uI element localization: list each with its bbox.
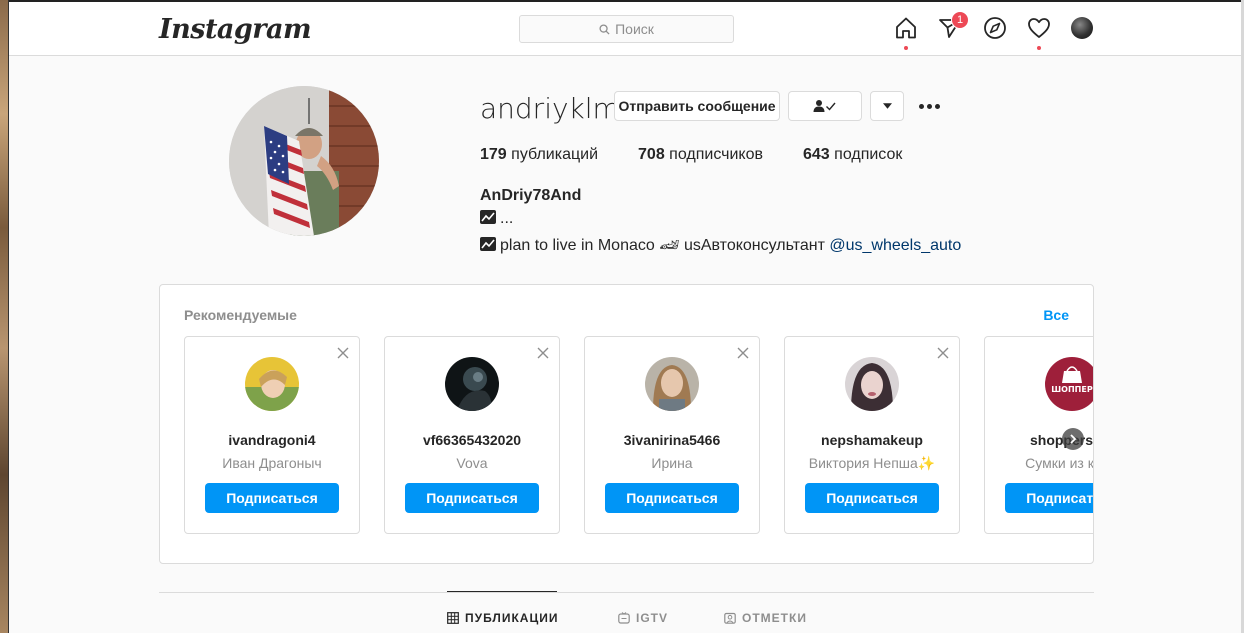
- suggestion-card: 3ivanirina5466 Ирина Подписаться: [584, 336, 760, 534]
- suggestion-card: ivandragoni4 Иван Драгоныч Подписаться: [184, 336, 360, 534]
- suggestion-avatar[interactable]: [445, 357, 499, 411]
- activity-button[interactable]: [1026, 15, 1052, 50]
- profile-full-name: AnDriy78And: [480, 187, 582, 204]
- suggestion-fullname: Vova: [456, 455, 488, 471]
- caret-down-icon: [882, 103, 892, 109]
- desktop-background-strip: [0, 0, 9, 633]
- more-options-button[interactable]: [916, 98, 942, 114]
- more-dot-icon: [918, 103, 924, 109]
- tagged-icon: [724, 612, 736, 624]
- tab-tagged[interactable]: ОТМЕТКИ: [724, 611, 807, 625]
- profile-stats: 179 публикаций 708 подписчиков 643 подпи…: [480, 146, 942, 164]
- suggestion-fullname: Сумки из кожи: [1025, 455, 1094, 471]
- see-all-link[interactable]: Все: [1043, 307, 1069, 323]
- chart-increasing-icon: [480, 210, 496, 224]
- follow-button[interactable]: Подписаться: [205, 483, 339, 513]
- tabs-divider: [159, 592, 1094, 593]
- search-input[interactable]: Поиск: [519, 15, 734, 43]
- tab-igtv[interactable]: IGTV: [618, 611, 668, 625]
- bio-mention-link[interactable]: @us_wheels_auto: [829, 237, 961, 254]
- suggested-accounts-toggle[interactable]: [870, 91, 904, 121]
- more-dot-icon: [934, 103, 940, 109]
- suggestion-username[interactable]: nepshamakeup: [785, 432, 959, 448]
- suggestion-username[interactable]: ivandragoni4: [185, 432, 359, 448]
- suggestion-avatar-image: [845, 357, 899, 411]
- dismiss-suggestion-button[interactable]: [737, 347, 749, 359]
- follow-button[interactable]: Подписаться: [1005, 483, 1093, 513]
- heart-icon: [1028, 18, 1050, 38]
- suggestion-card: nepshamakeup Виктория Непша✨ Подписаться: [784, 336, 960, 534]
- suggestion-avatar[interactable]: ШОППЕР: [1045, 357, 1093, 411]
- chevron-right-icon: [1070, 434, 1077, 444]
- posts-count: 179 публикаций: [480, 146, 599, 163]
- follow-button[interactable]: Подписаться: [405, 483, 539, 513]
- suggestion-username[interactable]: 3ivanirina5466: [585, 432, 759, 448]
- followers-count[interactable]: 708 подписчиков: [638, 146, 763, 164]
- suggestion-fullname: Виктория Непша✨: [808, 455, 936, 471]
- dismiss-suggestion-button[interactable]: [937, 347, 949, 359]
- bio-line-1: ...: [480, 210, 513, 228]
- search-icon: [599, 23, 610, 35]
- following-count[interactable]: 643 подписок: [803, 146, 902, 164]
- home-notification-dot: [904, 46, 908, 50]
- follow-button[interactable]: Подписаться: [605, 483, 739, 513]
- suggestion-avatar-image: [445, 357, 499, 411]
- explore-button[interactable]: [982, 15, 1008, 41]
- close-icon: [737, 347, 749, 359]
- top-navigation-bar: Instagram Поиск 1: [9, 2, 1241, 56]
- direct-unread-badge: 1: [951, 11, 969, 29]
- send-message-button[interactable]: Отправить сообщение: [614, 91, 780, 121]
- tab-igtv-label: IGTV: [636, 611, 669, 625]
- following-button[interactable]: [788, 91, 862, 121]
- suggested-accounts-panel: Рекомендуемые Все ivandragoni4 Иван Драг…: [159, 284, 1094, 564]
- suggestion-avatar-image: [245, 357, 299, 411]
- tab-posts[interactable]: ПУБЛИКАЦИИ: [447, 611, 558, 625]
- suggestion-avatar[interactable]: [245, 357, 299, 411]
- suggestion-avatar[interactable]: [845, 357, 899, 411]
- suggestion-card: vf66365432020 Vova Подписаться: [384, 336, 560, 534]
- profile-avatar[interactable]: [229, 86, 379, 236]
- bio-line-2: plan to live in Monaco 🏎 usАвтоконсульта…: [480, 235, 961, 255]
- home-icon: [896, 17, 916, 39]
- suggestion-avatar-image: ШОППЕР: [1045, 357, 1093, 411]
- dismiss-suggestion-button[interactable]: [537, 347, 549, 359]
- suggestion-fullname: Ирина: [651, 455, 693, 471]
- close-icon: [937, 347, 949, 359]
- igtv-icon: [618, 612, 630, 624]
- suggestion-username[interactable]: vf66365432020: [385, 432, 559, 448]
- suggestion-avatar[interactable]: [645, 357, 699, 411]
- home-button[interactable]: [893, 15, 919, 50]
- activity-notification-dot: [1037, 46, 1041, 50]
- chart-increasing-icon: [480, 237, 496, 251]
- search-placeholder: Поиск: [615, 21, 654, 37]
- dismiss-suggestion-button[interactable]: [337, 347, 349, 359]
- own-profile-avatar[interactable]: [1071, 17, 1093, 39]
- tab-posts-label: ПУБЛИКАЦИИ: [465, 611, 559, 625]
- close-icon: [537, 347, 549, 359]
- instagram-logo[interactable]: Instagram: [159, 14, 312, 45]
- follow-button[interactable]: Подписаться: [805, 483, 939, 513]
- profile-photo: [229, 86, 379, 236]
- compass-icon: [984, 17, 1006, 39]
- grid-icon: [447, 612, 459, 624]
- active-tab-indicator: [447, 591, 557, 592]
- avatar-brand-text: ШОППЕР: [1051, 385, 1093, 394]
- suggestion-fullname: Иван Драгоныч: [222, 455, 322, 471]
- suggestion-avatar-image: [645, 357, 699, 411]
- profile-username: andriyklm: [480, 92, 620, 125]
- person-check-icon: [813, 100, 836, 112]
- next-suggestions-button[interactable]: [1062, 428, 1084, 450]
- suggestions-title: Рекомендуемые: [184, 307, 297, 323]
- direct-button[interactable]: 1: [937, 11, 969, 41]
- more-dot-icon: [926, 103, 932, 109]
- tab-tagged-label: ОТМЕТКИ: [742, 611, 807, 625]
- close-icon: [337, 347, 349, 359]
